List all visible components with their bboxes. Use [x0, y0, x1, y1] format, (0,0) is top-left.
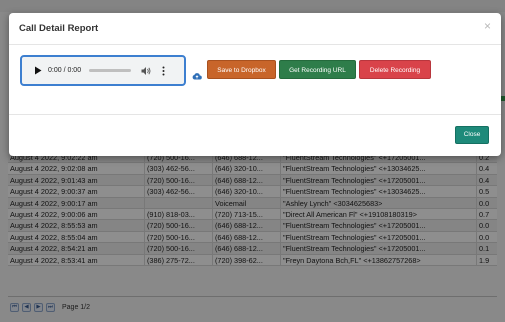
- close-button[interactable]: Close: [455, 126, 489, 144]
- modal-header: Call Detail Report ×: [9, 13, 501, 45]
- delete-recording-button[interactable]: Delete Recording: [359, 60, 431, 79]
- playback-time: 0:00 / 0:00: [48, 67, 82, 74]
- play-icon[interactable]: [30, 63, 46, 79]
- save-to-dropbox-button[interactable]: Save to Dropbox: [207, 60, 276, 79]
- get-recording-url-button[interactable]: Get Recording URL: [279, 60, 356, 79]
- cloud-upload-icon: [192, 67, 202, 80]
- seek-slider[interactable]: [89, 69, 132, 72]
- more-vert-icon[interactable]: [159, 65, 167, 77]
- call-detail-modal: Call Detail Report × 0:00 / 0:00 Save to…: [9, 13, 501, 156]
- modal-close-button[interactable]: ×: [484, 20, 491, 32]
- audio-player[interactable]: 0:00 / 0:00: [25, 60, 181, 81]
- volume-icon[interactable]: [141, 65, 153, 77]
- modal-title: Call Detail Report: [19, 23, 99, 34]
- modal-body: 0:00 / 0:00 Save to Dropbox Get Recordin…: [9, 45, 501, 115]
- audio-player-frame: 0:00 / 0:00: [20, 55, 186, 86]
